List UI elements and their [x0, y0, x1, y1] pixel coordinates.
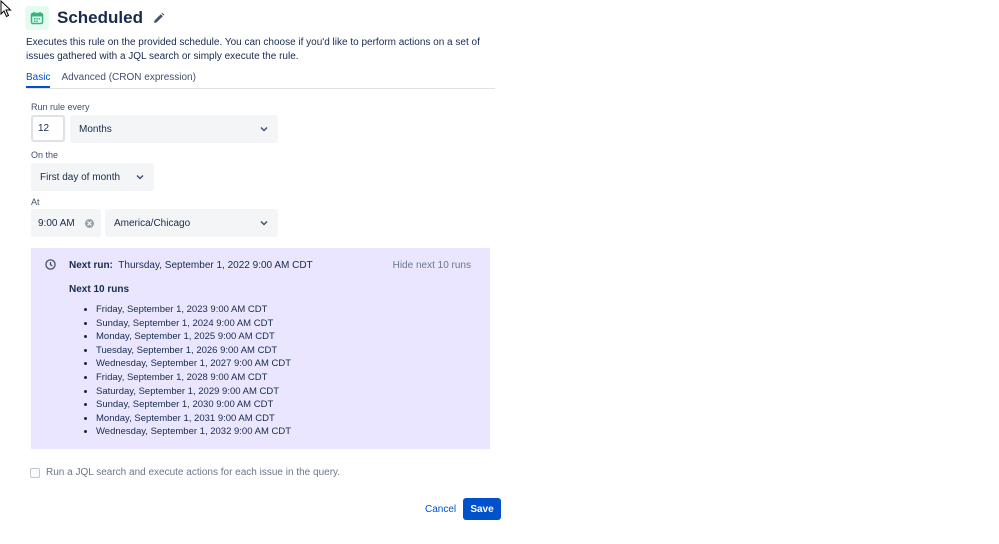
chevron-down-icon [136, 174, 144, 180]
jql-checkbox[interactable] [30, 467, 40, 478]
on-the-label: On the [31, 150, 59, 160]
run-rule-every-label: Run rule every [31, 102, 90, 112]
hide-next-runs-link[interactable]: Hide next 10 runs [393, 260, 471, 271]
tab-advanced-cron[interactable]: Advanced (CRON expression) [61, 72, 196, 88]
edit-pencil-icon[interactable] [152, 11, 166, 25]
page-title: Scheduled [57, 8, 143, 27]
on-the-value: First day of month [40, 171, 121, 183]
list-item: Tuesday, September 1, 2026 9:00 AM CDT [96, 344, 291, 358]
list-item: Friday, September 1, 2023 9:00 AM CDT [96, 303, 291, 317]
interval-unit-value: Months [79, 123, 112, 135]
clear-icon[interactable] [85, 218, 94, 228]
chevron-down-icon [260, 220, 268, 226]
time-value: 9:00 AM [38, 217, 75, 229]
interval-number-input[interactable]: 12 [31, 115, 65, 142]
calendar-icon [25, 6, 49, 30]
list-item: Wednesday, September 1, 2027 9:00 AM CDT [96, 357, 291, 371]
next-run-label: Next run: [69, 260, 113, 271]
list-item: Wednesday, September 1, 2032 9:00 AM CDT [96, 425, 291, 439]
timezone-value: America/Chicago [114, 217, 191, 229]
jql-checkbox-label[interactable]: Run a JQL search and execute actions for… [46, 467, 340, 478]
next-run-text: Next run: Thursday, September 1, 2022 9:… [69, 260, 313, 271]
save-button[interactable]: Save [463, 498, 501, 520]
list-item: Monday, September 1, 2031 9:00 AM CDT [96, 412, 291, 426]
trigger-description: Executes this rule on the provided sched… [26, 37, 480, 62]
cancel-button[interactable]: Cancel [420, 499, 461, 519]
mouse-cursor-icon [0, 0, 12, 18]
tab-basic[interactable]: Basic [26, 72, 51, 88]
time-input[interactable]: 9:00 AM [31, 209, 101, 237]
next-runs-list: Friday, September 1, 2023 9:00 AM CDT Su… [96, 303, 291, 439]
at-label: At [31, 197, 40, 207]
next-run-value: Thursday, September 1, 2022 9:00 AM CDT [118, 260, 313, 271]
jql-checkbox-row: Run a JQL search and execute actions for… [30, 467, 340, 478]
timezone-select[interactable]: America/Chicago [105, 209, 278, 237]
on-the-select[interactable]: First day of month [31, 163, 154, 191]
list-item: Monday, September 1, 2025 9:00 AM CDT [96, 330, 291, 344]
chevron-down-icon [260, 126, 268, 132]
list-item: Sunday, September 1, 2024 9:00 AM CDT [96, 317, 291, 331]
list-item: Friday, September 1, 2028 9:00 AM CDT [96, 371, 291, 385]
clock-icon [45, 259, 56, 270]
next-ten-runs-heading: Next 10 runs [69, 284, 130, 295]
list-item: Sunday, September 1, 2030 9:00 AM CDT [96, 398, 291, 412]
interval-unit-select[interactable]: Months [70, 115, 278, 143]
trigger-header: Scheduled [25, 6, 166, 30]
list-item: Saturday, September 1, 2029 9:00 AM CDT [96, 385, 291, 399]
schedule-tabs: Basic Advanced (CRON expression) [26, 72, 495, 89]
next-runs-panel: Next run: Thursday, September 1, 2022 9:… [31, 248, 490, 449]
